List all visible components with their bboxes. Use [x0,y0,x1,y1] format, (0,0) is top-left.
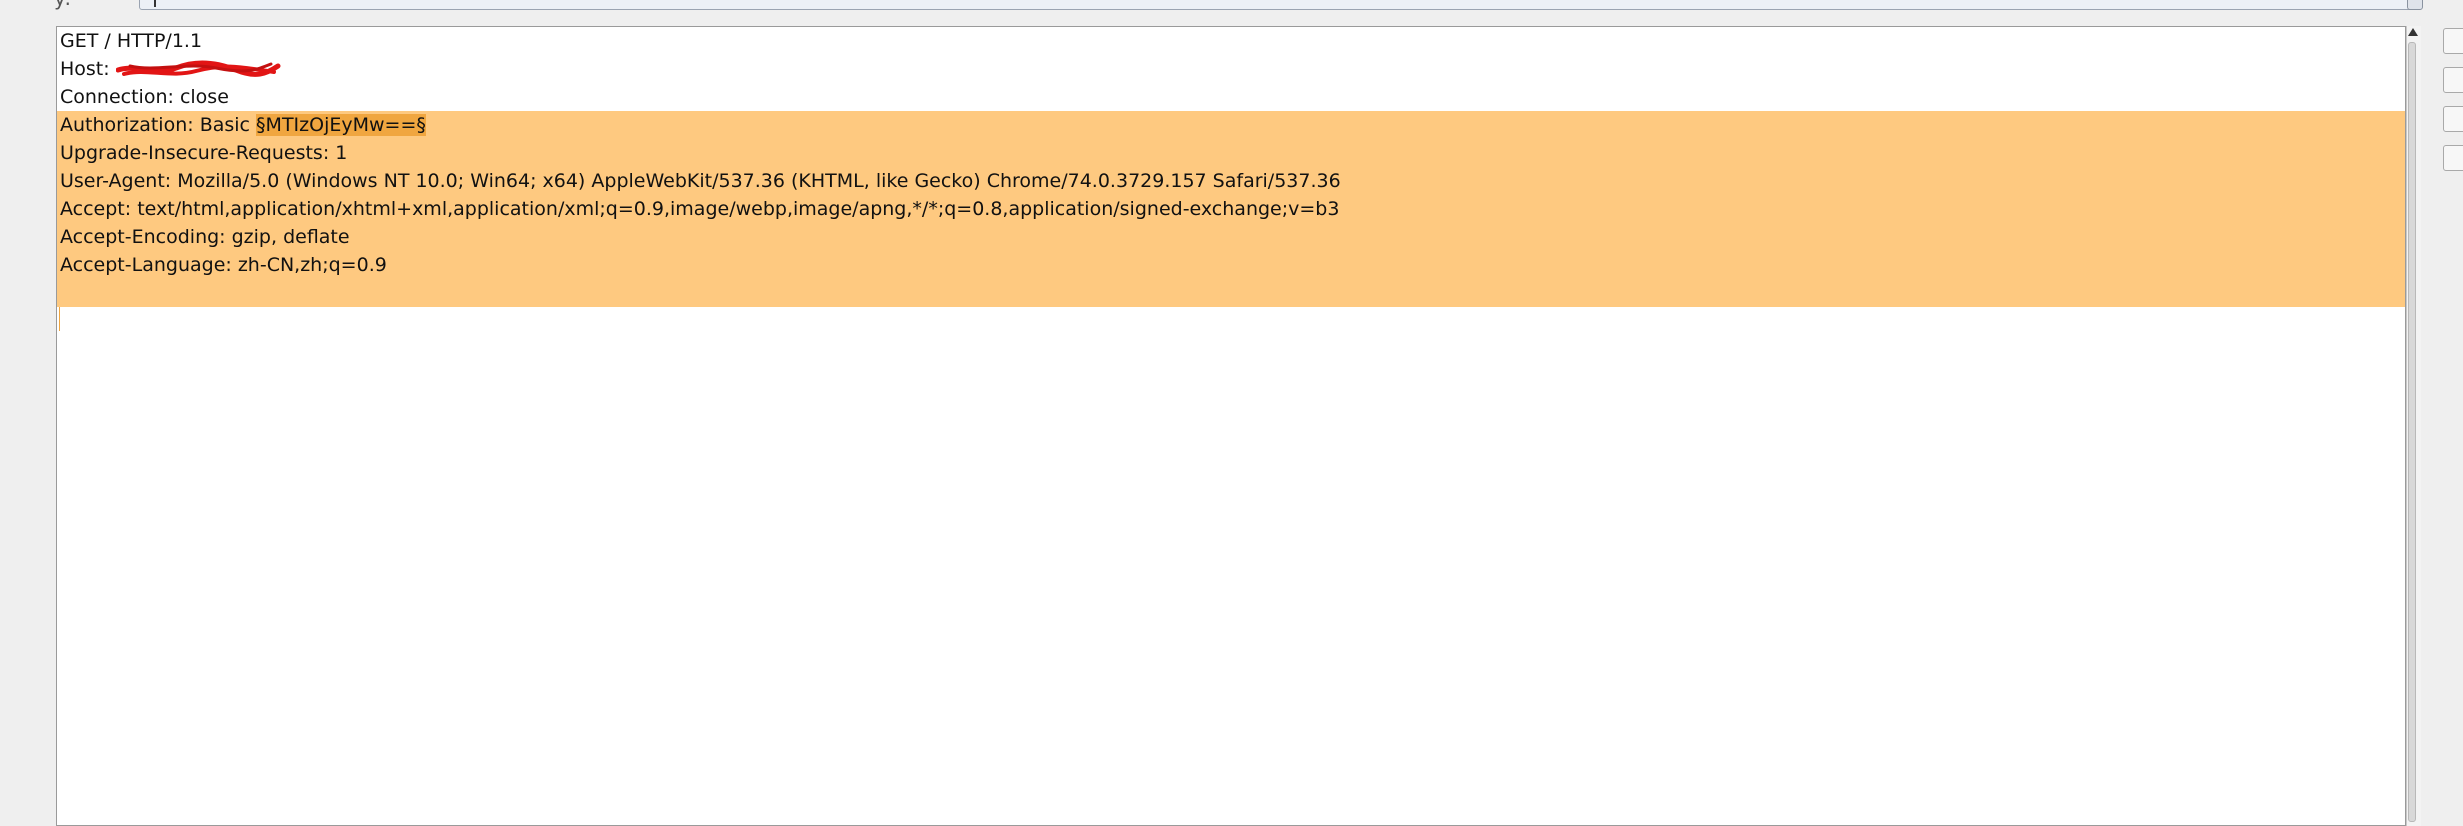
authorization-header-line: Authorization: Basic §MTIzOjEyMw==§ [57,111,2405,139]
payload-position-marker[interactable]: §MTIzOjEyMw==§ [256,114,426,136]
request-editor[interactable]: GET / HTTP/1.1 Host: Connection: close A… [56,26,2406,826]
top-strip: y: [0,0,2463,12]
host-header-name: Host: [60,58,116,80]
attack-target-label: y: [54,0,71,8]
host-header-line: Host: [57,55,2405,83]
field-dropdown-button[interactable] [2407,0,2423,10]
user-agent-header-line: User-Agent: Mozilla/5.0 (Windows NT 10.0… [57,167,2405,195]
accept-header-line: Accept: text/html,application/xhtml+xml,… [57,195,2405,223]
highlighted-blank-line [57,279,2405,307]
authorization-header-name: Authorization: Basic [60,114,257,136]
request-line: GET / HTTP/1.1 [60,30,203,52]
accept-language-header-line: Accept-Language: zh-CN,zh;q=0.9 [57,251,2405,279]
refresh-button[interactable] [2443,145,2463,171]
scroll-up-arrow-icon[interactable] [2408,28,2418,36]
text-cursor [59,307,60,331]
auto-marker-button[interactable] [2443,106,2463,132]
field-text-fragment [154,0,156,7]
clear-markers-button[interactable] [2443,67,2463,93]
redaction-scribble [115,60,281,80]
add-marker-button[interactable] [2443,28,2463,54]
attack-target-field[interactable] [139,0,2421,10]
upgrade-insecure-header-line: Upgrade-Insecure-Requests: 1 [57,139,2405,167]
scrollbar-thumb[interactable] [2408,42,2416,822]
connection-header-line: Connection: close [60,86,229,108]
accept-encoding-header-line: Accept-Encoding: gzip, deflate [57,223,2405,251]
request-lines: GET / HTTP/1.1 Host: Connection: close A… [57,27,2405,307]
